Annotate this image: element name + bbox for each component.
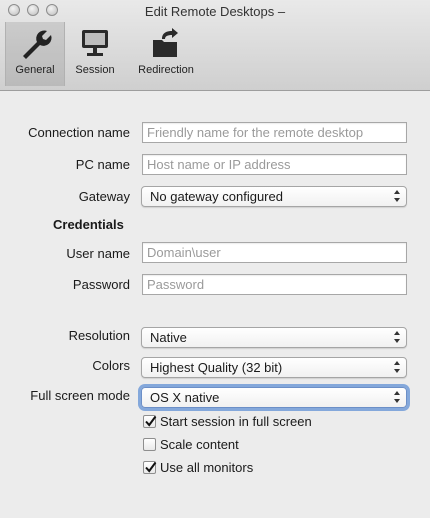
full-screen-mode-value: OS X native <box>150 390 220 405</box>
tab-redirection-label: Redirection <box>138 64 194 76</box>
gateway-value: No gateway configured <box>150 189 283 204</box>
colors-label: Colors <box>92 358 130 373</box>
tab-session[interactable]: Session <box>65 22 125 84</box>
credentials-heading: Credentials <box>53 217 124 232</box>
scale-content-label: Scale content <box>160 437 239 452</box>
pc-name-label: PC name <box>75 157 130 172</box>
checkmark-icon <box>145 461 157 473</box>
connection-name-field[interactable] <box>142 122 407 143</box>
monitor-icon <box>82 30 108 56</box>
colors-select[interactable]: Highest Quality (32 bit) <box>141 357 407 378</box>
edit-remote-desktops-window: Edit Remote Desktops – General Session R… <box>0 0 430 518</box>
gateway-label: Gateway <box>78 189 130 204</box>
use-all-monitors-checkbox[interactable] <box>143 461 157 474</box>
scale-content-checkbox[interactable] <box>143 438 156 451</box>
updown-arrows-icon <box>394 190 400 202</box>
general-pane: Connection name PC name Gateway No gatew… <box>0 91 430 518</box>
use-all-monitors-label: Use all monitors <box>160 460 254 475</box>
connection-name-label: Connection name <box>28 125 130 140</box>
full-screen-mode-label: Full screen mode <box>30 388 130 403</box>
updown-arrows-icon <box>394 361 400 373</box>
tab-session-label: Session <box>75 64 115 76</box>
password-field[interactable] <box>142 274 407 295</box>
updown-arrows-icon <box>394 331 400 343</box>
tab-general[interactable]: General <box>5 22 65 86</box>
user-name-field[interactable] <box>142 242 407 263</box>
window-title: Edit Remote Desktops – <box>144 4 286 19</box>
full-screen-mode-select[interactable]: OS X native <box>141 387 407 408</box>
resolution-value: Native <box>150 330 187 345</box>
wrench-icon <box>23 30 52 59</box>
gateway-select[interactable]: No gateway configured <box>141 186 407 207</box>
resolution-label: Resolution <box>68 328 130 343</box>
colors-value: Highest Quality (32 bit) <box>150 360 283 375</box>
password-label: Password <box>72 277 130 292</box>
folder-redirect-icon <box>153 28 178 57</box>
start-fullscreen-checkbox[interactable] <box>143 415 157 428</box>
pc-name-field[interactable] <box>142 154 407 175</box>
start-fullscreen-label: Start session in full screen <box>160 414 312 429</box>
resolution-select[interactable]: Native <box>141 327 407 348</box>
tab-general-label: General <box>15 64 55 76</box>
user-name-label: User name <box>66 246 130 261</box>
toolbar: Edit Remote Desktops – General Session R… <box>0 0 430 91</box>
tab-redirection[interactable]: Redirection <box>135 22 197 84</box>
checkmark-icon <box>145 415 157 427</box>
updown-arrows-icon <box>394 391 400 403</box>
